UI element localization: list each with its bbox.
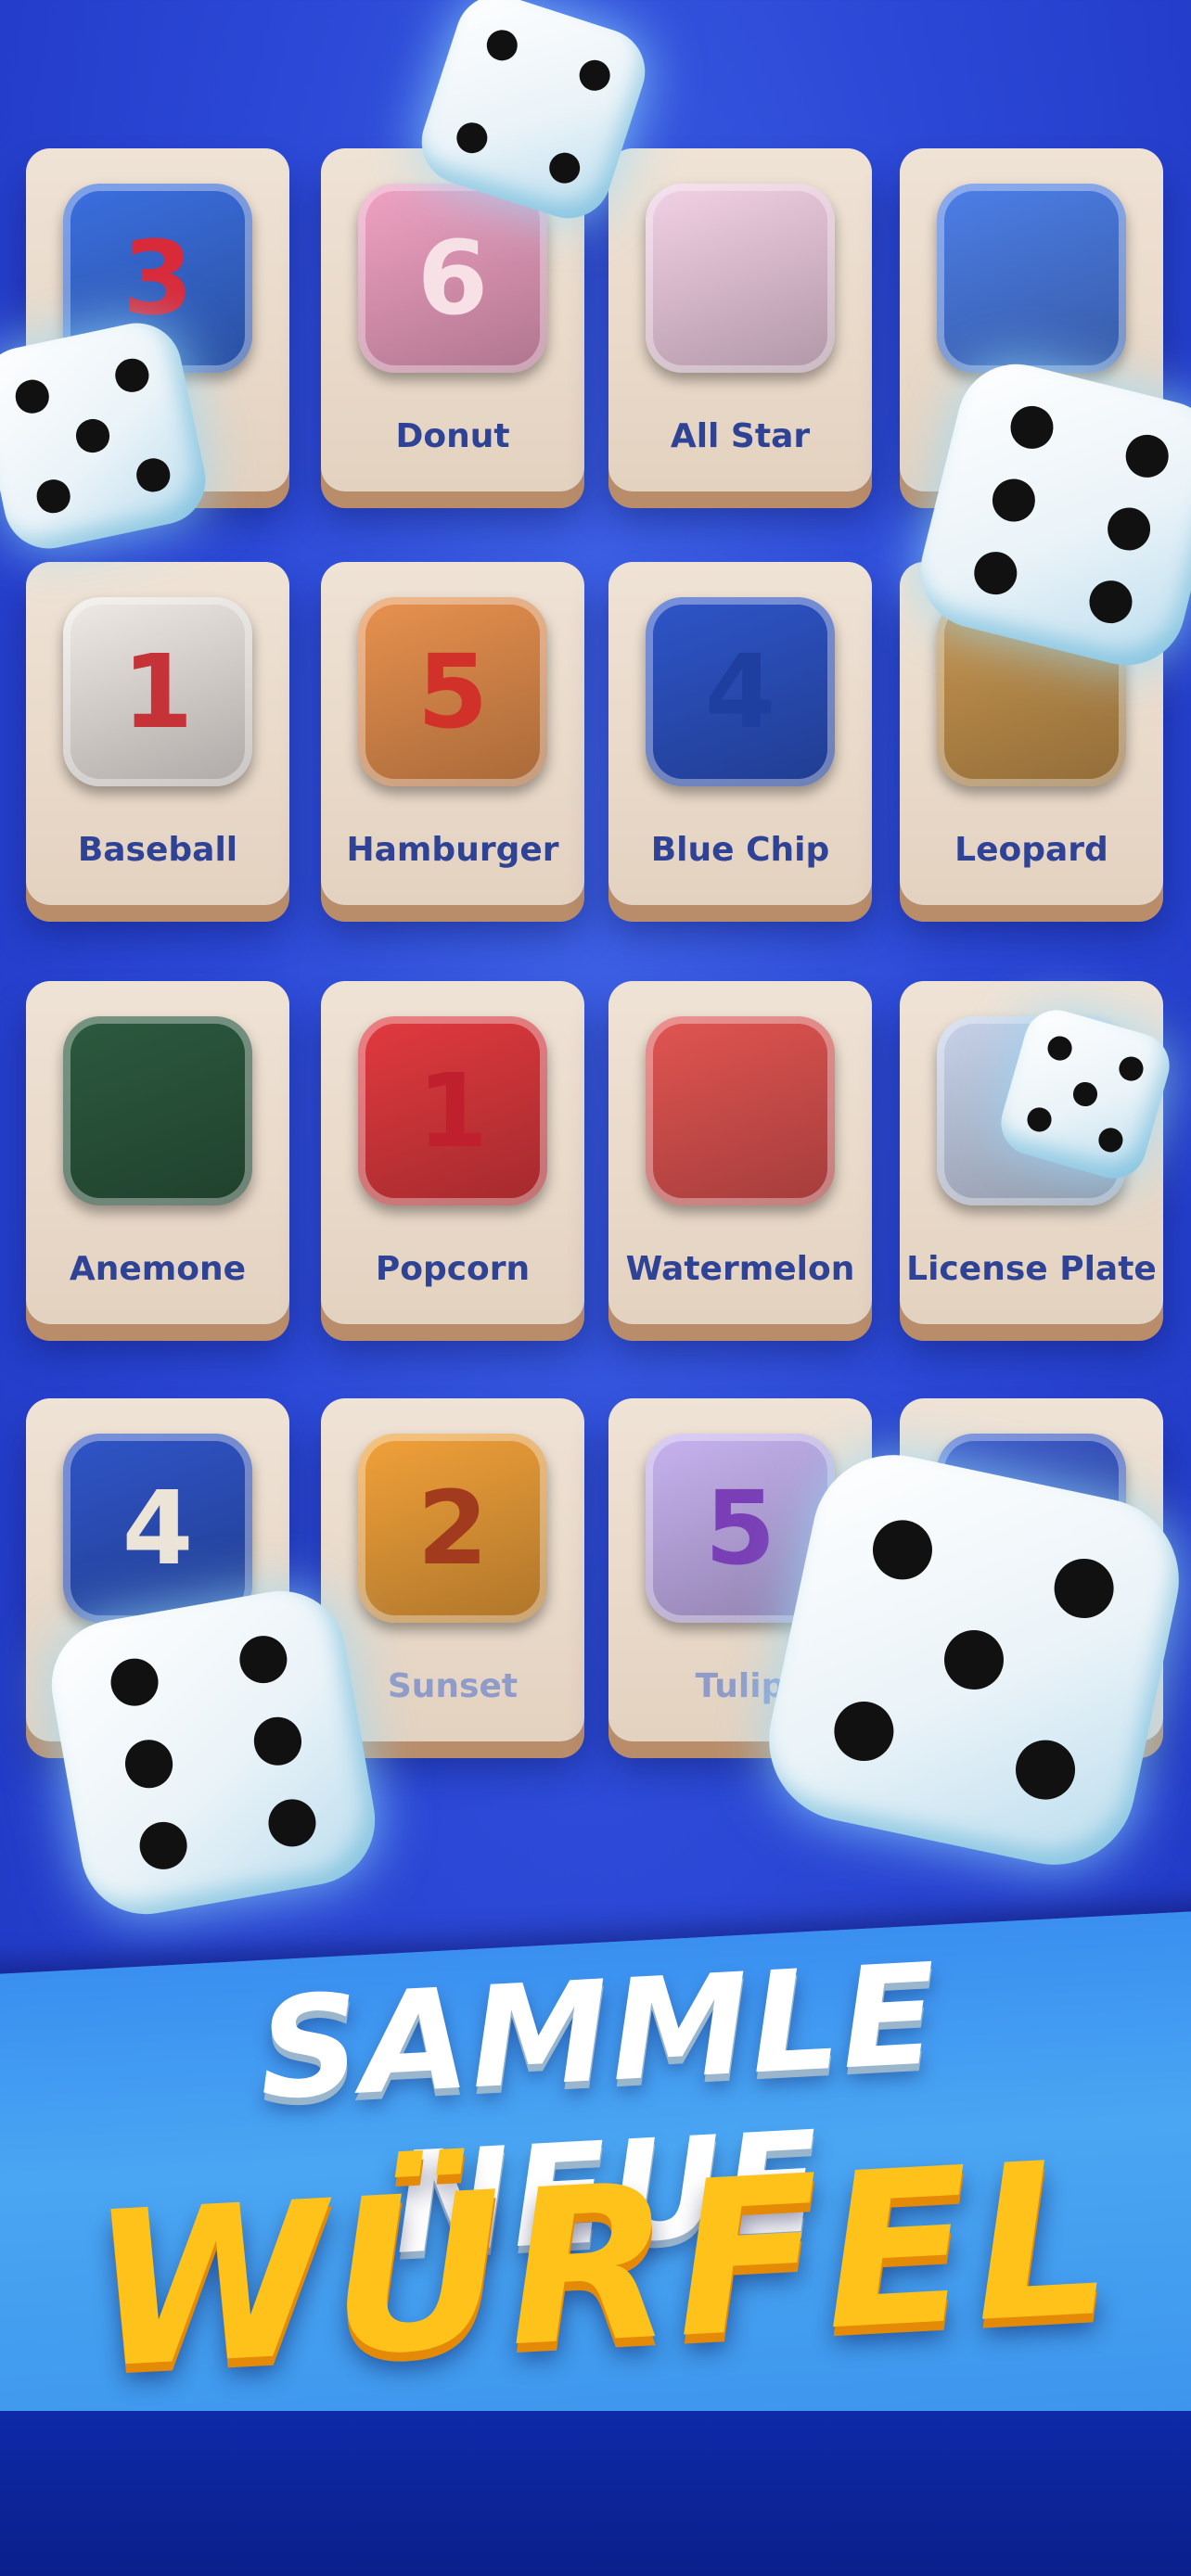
die-icon xyxy=(41,1580,386,1925)
die-pip xyxy=(33,477,73,516)
die-pip xyxy=(73,416,112,455)
dice-skin-card[interactable]: All Star xyxy=(608,148,872,491)
die-pip xyxy=(1044,1033,1075,1064)
die-pip xyxy=(264,1795,320,1851)
die-pip xyxy=(1070,1079,1100,1109)
die-pip xyxy=(1084,576,1137,629)
die-pip xyxy=(574,56,615,96)
dice-skin-label: Anemone xyxy=(69,1250,247,1288)
die-pip xyxy=(1024,1104,1055,1135)
die-pip xyxy=(482,25,522,65)
die-pip xyxy=(969,547,1022,600)
die-pip xyxy=(1005,401,1058,453)
dice-skin-card[interactable]: 2 Sunset xyxy=(321,1398,584,1741)
dice-skin-label: Sunset xyxy=(387,1667,519,1705)
dice-skin-card[interactable]: 4 Blue Chip xyxy=(608,562,872,905)
dice-collection-screen: 3Pow6DonutAll Star1Baseball5Hamburger4Bl… xyxy=(0,0,1191,2576)
sports-jersey-icon: 4 xyxy=(63,1434,252,1623)
all-star-icon xyxy=(646,184,835,373)
die-pip xyxy=(544,147,584,188)
dice-skin-label: Leopard xyxy=(954,831,1108,869)
die-pip xyxy=(134,455,173,495)
die-pip xyxy=(1095,1125,1126,1155)
dice-face-number: 2 xyxy=(416,1469,489,1588)
die-pip xyxy=(250,1714,305,1769)
dice-skin-label: Watermelon xyxy=(625,1250,855,1288)
hamburger-icon: 5 xyxy=(358,597,547,786)
dice-skin-card[interactable]: Anemone xyxy=(26,981,289,1324)
die-pip xyxy=(1102,503,1156,555)
die-pip xyxy=(1116,1053,1146,1084)
dice-skin-label: Blue Chip xyxy=(650,831,830,869)
dice-skin-label: Popcorn xyxy=(375,1250,531,1288)
dice-face-number: 4 xyxy=(122,1469,194,1588)
die-pip xyxy=(1048,1553,1120,1624)
die-icon xyxy=(753,1439,1191,1881)
die-pip xyxy=(828,1696,900,1766)
die-pip xyxy=(452,118,493,158)
sunset-icon: 2 xyxy=(358,1434,547,1623)
dice-skin-card[interactable]: 1 Popcorn xyxy=(321,981,584,1324)
die-pip xyxy=(1121,429,1173,482)
dice-skin-label: Baseball xyxy=(77,831,238,869)
die-pip xyxy=(107,1654,162,1710)
die-pip xyxy=(236,1631,291,1688)
dice-skin-label: All Star xyxy=(670,417,811,455)
bottom-band xyxy=(0,2411,1191,2576)
die-pip xyxy=(867,1514,938,1586)
die-pip xyxy=(112,355,152,395)
dice-face-number: 5 xyxy=(704,1469,776,1588)
die-pip xyxy=(122,1736,177,1792)
die-pip xyxy=(939,1625,1009,1695)
dice-skin-card[interactable]: Watermelon xyxy=(608,981,872,1324)
die-pip xyxy=(1010,1734,1081,1805)
popcorn-icon: 1 xyxy=(358,1016,547,1205)
dice-skin-card[interactable]: 1 Baseball xyxy=(26,562,289,905)
dice-face-number: 6 xyxy=(416,219,489,338)
glass-icon xyxy=(937,184,1126,373)
die-pip xyxy=(135,1817,191,1874)
die-pip xyxy=(12,376,52,416)
blue-chip-icon: 4 xyxy=(646,597,835,786)
dice-face-number: 3 xyxy=(122,219,194,338)
dice-face-number: 1 xyxy=(122,632,194,751)
dice-face-number: 5 xyxy=(416,632,489,751)
die-pip xyxy=(987,474,1041,527)
dice-skin-label: Hamburger xyxy=(346,831,559,869)
baseball-icon: 1 xyxy=(63,597,252,786)
watermelon-icon xyxy=(646,1016,835,1205)
dice-skin-label: Donut xyxy=(395,417,510,455)
dice-face-number: 1 xyxy=(416,1052,489,1170)
donut-icon: 6 xyxy=(358,184,547,373)
dice-face-number: 4 xyxy=(704,632,776,751)
dice-skin-label: License Plate xyxy=(906,1250,1157,1288)
anemone-icon xyxy=(63,1016,252,1205)
dice-skin-card[interactable]: 5 Hamburger xyxy=(321,562,584,905)
